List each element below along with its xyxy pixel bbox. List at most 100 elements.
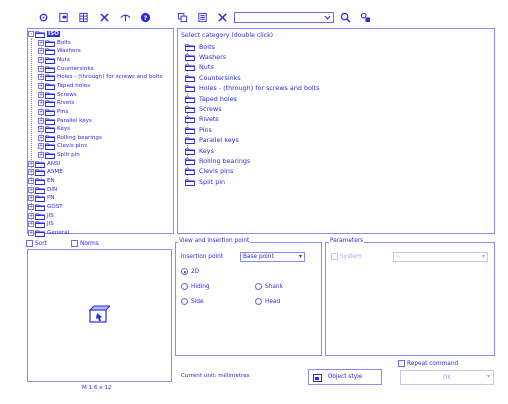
search-icon[interactable] [338, 10, 352, 24]
expand-icon[interactable]: + [28, 221, 34, 228]
category-item[interactable]: Taped holes [185, 94, 237, 103]
expand-icon[interactable]: + [38, 48, 44, 55]
table-icon[interactable] [76, 10, 90, 24]
expand-icon[interactable]: + [38, 100, 44, 107]
tree-node-standard[interactable]: + General [28, 229, 69, 237]
expand-icon[interactable]: + [28, 178, 34, 185]
radio-side-button[interactable] [181, 298, 188, 305]
tree-node-child[interactable]: + Washers [38, 47, 81, 56]
system-option[interactable]: System [331, 253, 362, 260]
object-style-button[interactable]: Object style [308, 369, 382, 385]
radio-head-button[interactable] [255, 298, 262, 305]
category-item[interactable]: Rivets [185, 115, 219, 124]
category-item[interactable]: Keys [185, 146, 214, 155]
copy-icon[interactable] [175, 10, 189, 24]
tree-node-standard[interactable]: + PN [28, 194, 55, 203]
chevron-down-icon[interactable] [323, 13, 332, 22]
sort-checkbox[interactable] [26, 240, 33, 247]
radio-hiding-button[interactable] [181, 283, 188, 290]
category-item[interactable]: Split pin [185, 177, 225, 186]
category-item[interactable]: Clevis pins [185, 167, 233, 176]
help-icon[interactable]: ? [138, 10, 152, 24]
norms-checkbox[interactable] [71, 240, 78, 247]
expand-icon[interactable]: + [38, 134, 44, 141]
system-checkbox[interactable] [331, 253, 338, 260]
expand-icon[interactable]: + [38, 143, 44, 150]
norms-option[interactable]: Norms [71, 240, 99, 247]
expand-icon[interactable]: + [38, 56, 44, 63]
tree-node-iso[interactable]: - ISO [28, 30, 60, 38]
tree-node-child[interactable]: + Taped holes [38, 82, 90, 90]
tree-node-standard[interactable]: + EN [28, 177, 55, 185]
radio-2d[interactable]: 2D [181, 268, 199, 275]
radio-2d-button[interactable] [181, 268, 188, 275]
tree-node-child[interactable]: + Clevis pins [38, 142, 87, 151]
object-style-icon [313, 374, 322, 384]
delete-icon[interactable] [215, 10, 229, 24]
tree-node-standard[interactable]: + DIN [28, 186, 57, 194]
expand-icon[interactable]: + [28, 212, 34, 219]
expand-icon[interactable]: + [38, 39, 44, 46]
tree-node-standard[interactable]: + JIS [28, 212, 54, 220]
expand-icon[interactable]: + [28, 229, 34, 236]
expand-icon[interactable]: + [28, 195, 34, 202]
expand-icon[interactable]: + [28, 204, 34, 210]
category-item[interactable]: Holes - (through) for screws and bolts [185, 84, 320, 93]
tree-node-child[interactable]: + Nuts [38, 56, 70, 64]
category-item[interactable]: Parallel keys [185, 136, 239, 145]
visibility-icon[interactable] [118, 10, 132, 24]
category-item[interactable]: Nuts [185, 63, 214, 72]
tree-node-child[interactable]: + Split pin [38, 151, 80, 160]
tree-node-child[interactable]: + Rivets [38, 99, 74, 108]
expand-icon[interactable]: + [28, 186, 34, 193]
tree-node-child[interactable]: + Keys [38, 125, 70, 134]
radio-shank[interactable]: Shank [255, 283, 283, 290]
tree-node-child[interactable]: + Bolts [38, 39, 71, 47]
tree-item-label: Parallel keys [57, 117, 92, 124]
tree-node-child[interactable]: + Parallel keys [38, 117, 92, 125]
find-icon[interactable] [358, 10, 372, 24]
list-icon[interactable] [195, 10, 209, 24]
repeat-command-checkbox[interactable] [398, 360, 405, 367]
category-item[interactable]: Rolling bearings [185, 156, 250, 165]
expand-icon[interactable]: + [28, 160, 34, 167]
collapse-icon[interactable]: - [28, 31, 34, 37]
system-select[interactable]: -- ▾ [393, 252, 488, 262]
expand-icon[interactable]: + [38, 108, 44, 115]
tree-node-child[interactable]: + Screws [38, 91, 77, 99]
search-combo[interactable] [234, 12, 334, 23]
tree-node-child[interactable]: + Rolling bearings [38, 134, 102, 142]
tree-node-child[interactable]: + Pins [38, 108, 68, 116]
expand-icon[interactable]: + [38, 91, 44, 98]
expand-icon[interactable]: + [28, 169, 34, 176]
tree-node-standard[interactable]: + GOST [28, 203, 63, 211]
category-item[interactable]: Pins [185, 125, 212, 134]
category-item[interactable]: Screws [185, 104, 222, 113]
tree-node-standard[interactable]: + JIS [28, 220, 54, 229]
tree-node-child[interactable]: + Countersinks [38, 65, 94, 73]
tree-node-standard[interactable]: + ASME [28, 168, 63, 177]
radio-hiding[interactable]: Hiding [181, 283, 210, 290]
tree-node-child[interactable]: + Holes - (through) for screws and bolts [38, 73, 163, 82]
properties-icon[interactable] [56, 10, 70, 24]
sort-option[interactable]: Sort [26, 240, 47, 247]
ok-button[interactable]: OK ▾ [400, 370, 494, 385]
radio-head[interactable]: Head [255, 298, 280, 305]
radio-side[interactable]: Side [181, 298, 204, 305]
radio-shank-button[interactable] [255, 283, 262, 290]
expand-icon[interactable]: + [38, 117, 44, 124]
expand-icon[interactable]: + [38, 65, 44, 72]
tools-icon[interactable] [97, 10, 111, 24]
category-item[interactable]: Countersinks [185, 73, 241, 82]
expand-icon[interactable]: + [38, 74, 44, 81]
tree-node-standard[interactable]: + ANSI [28, 160, 60, 168]
settings-icon[interactable] [36, 10, 50, 24]
category-item[interactable]: Bolts [185, 42, 215, 51]
expand-icon[interactable]: + [38, 82, 44, 89]
category-item[interactable]: Washers [185, 52, 226, 61]
folder-icon [185, 44, 195, 51]
repeat-command-option[interactable]: Repeat command [398, 360, 458, 367]
expand-icon[interactable]: + [38, 152, 44, 159]
insertion-point-select[interactable]: Base point ▾ [240, 252, 305, 262]
expand-icon[interactable]: + [38, 126, 44, 133]
